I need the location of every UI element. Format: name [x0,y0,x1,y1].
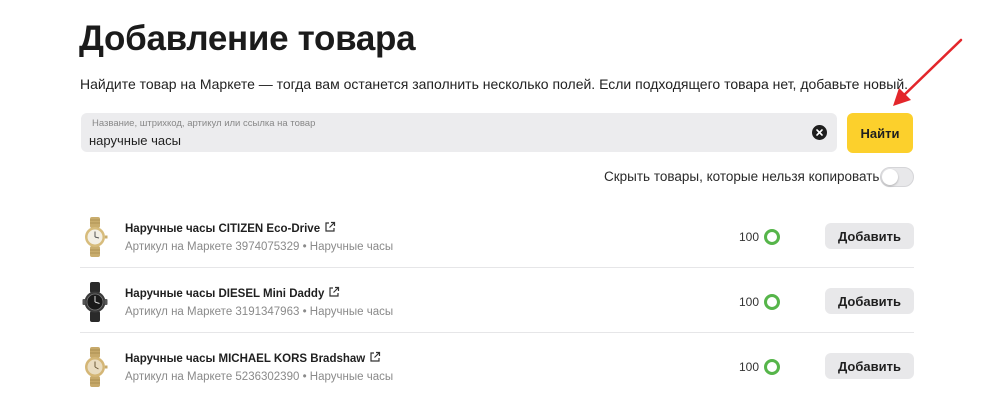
toggle-knob [882,169,898,185]
score-ring-icon [764,294,780,310]
external-link-icon[interactable] [328,286,340,298]
external-link-icon[interactable] [369,351,381,363]
watch-thumbnail-icon [82,282,108,322]
product-name[interactable]: Наручные часы DIESEL Mini Daddy [125,286,340,301]
product-meta: Артикул на Маркете 5236302390 • Наручные… [125,371,394,383]
page-subtitle: Найдите товар на Маркете — тогда вам ост… [80,76,909,92]
clear-icon[interactable] [812,125,827,140]
hide-uncopyable-toggle[interactable] [880,167,914,187]
watch-thumbnail-icon [85,347,108,387]
add-button[interactable]: Добавить [825,288,914,314]
search-input[interactable] [81,131,781,149]
find-button[interactable]: Найти [847,113,913,153]
product-name[interactable]: Наручные часы CITIZEN Eco-Drive [125,221,336,236]
red-arrow-annotation-icon [893,38,963,106]
score-value: 100 [739,230,760,244]
external-link-icon[interactable] [324,221,336,233]
hide-uncopyable-label: Скрыть товары, которые нельзя копировать [604,169,880,184]
product-name[interactable]: Наручные часы MICHAEL KORS Bradshaw [125,351,381,366]
score-value: 100 [739,295,760,309]
search-field[interactable]: Название, штрихкод, артикул или ссылка н… [81,113,837,152]
score-ring-icon [764,359,780,375]
search-label: Название, штрихкод, артикул или ссылка н… [92,118,316,129]
product-row: Наручные часы DIESEL Mini Daddy Артикул … [80,268,914,333]
product-meta: Артикул на Маркете 3974075329 • Наручные… [125,241,394,253]
score-value: 100 [739,360,760,374]
product-row: Наручные часы MICHAEL KORS Bradshaw Арти… [80,333,914,394]
product-row: Наручные часы CITIZEN Eco-Drive Артикул … [80,203,914,268]
product-meta: Артикул на Маркете 3191347963 • Наручные… [125,306,394,318]
add-button[interactable]: Добавить [825,223,914,249]
page-title: Добавление товара [79,19,416,58]
watch-thumbnail-icon [85,217,108,257]
add-button[interactable]: Добавить [825,353,914,379]
score-ring-icon [764,229,780,245]
